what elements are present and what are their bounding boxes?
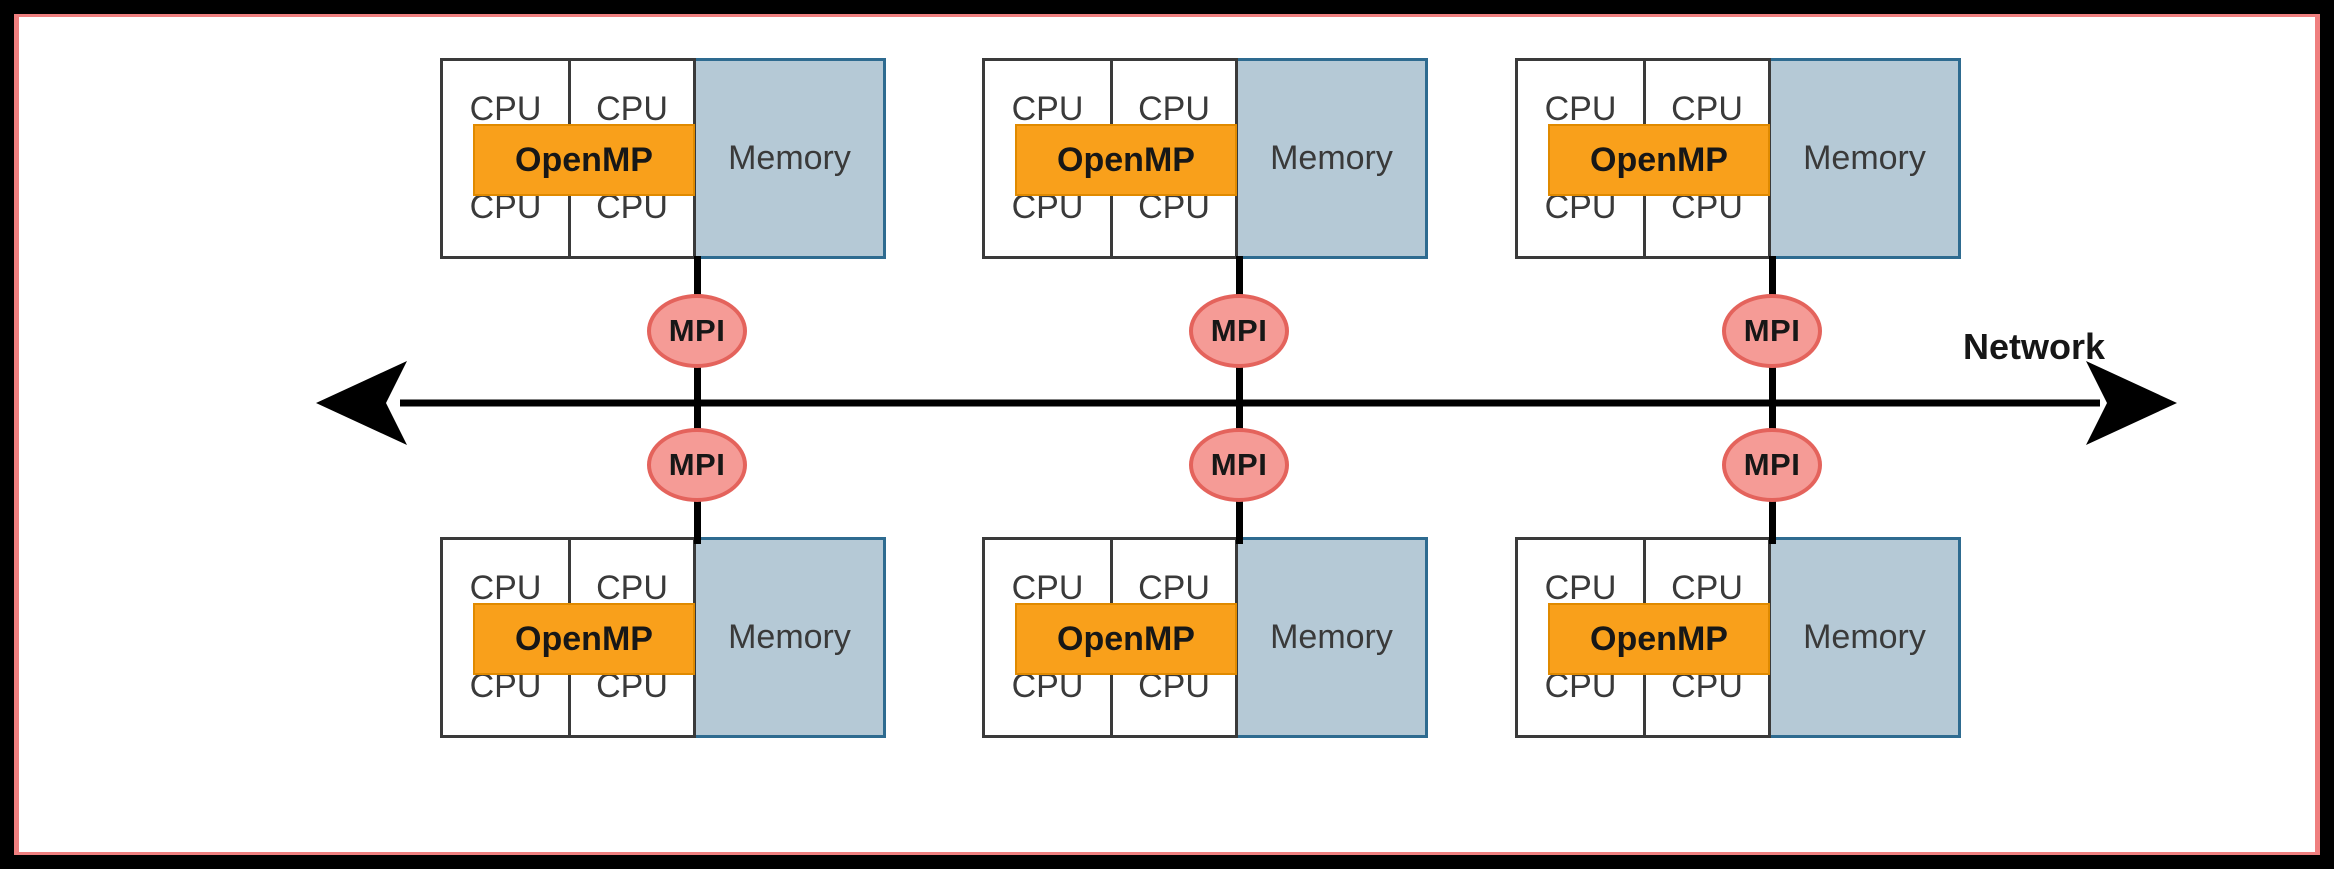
memory-block: Memory [1235,58,1428,259]
memory-block: Memory [693,58,886,259]
memory-block: Memory [693,537,886,738]
compute-node-bottom-3[interactable]: Memory CPU CPU CPU CPU OpenMP [1515,537,1961,738]
openmp-label: OpenMP [515,619,653,658]
compute-node-top-3[interactable]: Memory CPU CPU CPU CPU OpenMP [1515,58,1961,259]
mpi-label: MPI [668,313,726,348]
memory-label: Memory [1270,618,1393,656]
mpi-label: MPI [1210,447,1268,482]
memory-label: Memory [1803,618,1926,656]
memory-block: Memory [1235,537,1428,738]
compute-node-top-2[interactable]: Memory CPU CPU CPU CPU OpenMP [982,58,1428,259]
mpi-badge-top-3[interactable]: MPI [1722,294,1822,368]
memory-label: Memory [1270,139,1393,177]
openmp-label: OpenMP [1057,619,1195,658]
openmp-band: OpenMP [1548,124,1770,196]
compute-node-top-1[interactable]: Memory CPU CPU CPU CPU OpenMP [440,58,886,259]
mpi-label: MPI [1210,313,1268,348]
openmp-band: OpenMP [1548,603,1770,675]
mpi-badge-top-2[interactable]: MPI [1189,294,1289,368]
diagram-stage: Network Memory CPU CPU CPU CPU OpenMP Me… [0,0,2334,869]
mpi-label: MPI [1743,447,1801,482]
openmp-label: OpenMP [1590,619,1728,658]
memory-label: Memory [1803,139,1926,177]
memory-label: Memory [728,618,851,656]
compute-node-bottom-1[interactable]: Memory CPU CPU CPU CPU OpenMP [440,537,886,738]
openmp-label: OpenMP [1057,140,1195,179]
mpi-badge-bottom-2[interactable]: MPI [1189,428,1289,502]
compute-node-bottom-2[interactable]: Memory CPU CPU CPU CPU OpenMP [982,537,1428,738]
mpi-badge-bottom-1[interactable]: MPI [647,428,747,502]
openmp-band: OpenMP [473,124,695,196]
mpi-badge-bottom-3[interactable]: MPI [1722,428,1822,502]
memory-block: Memory [1768,58,1961,259]
mpi-label: MPI [668,447,726,482]
network-label: Network [1963,326,2106,367]
memory-label: Memory [728,139,851,177]
mpi-badge-top-1[interactable]: MPI [647,294,747,368]
mpi-label: MPI [1743,313,1801,348]
openmp-label: OpenMP [1590,140,1728,179]
openmp-band: OpenMP [1015,603,1237,675]
memory-block: Memory [1768,537,1961,738]
openmp-band: OpenMP [473,603,695,675]
openmp-band: OpenMP [1015,124,1237,196]
openmp-label: OpenMP [515,140,653,179]
diagram-canvas: Network Memory CPU CPU CPU CPU OpenMP Me… [0,0,2334,869]
